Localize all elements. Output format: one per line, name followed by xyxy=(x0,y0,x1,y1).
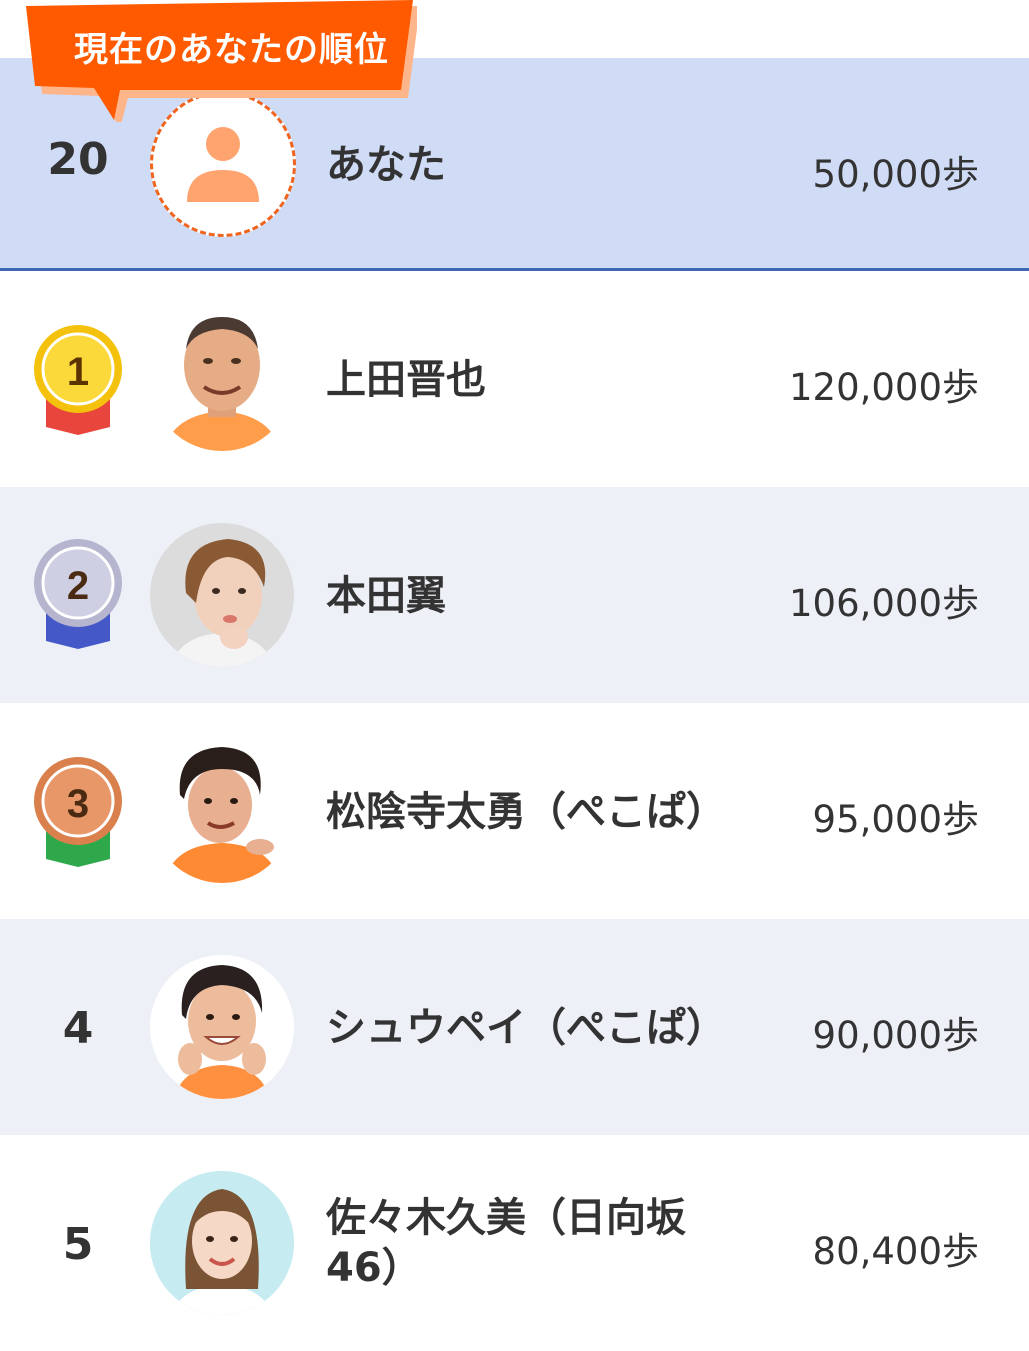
gold-medal-icon: 1 xyxy=(34,325,122,435)
avatar xyxy=(150,523,294,667)
current-rank-badge: 現在のあなたの順位 xyxy=(22,0,417,122)
avatar xyxy=(150,955,294,1099)
ranking-row: 3 松陰寺太勇（ぺこぱ） 95,000歩 xyxy=(0,703,1029,919)
badge-label: 現在のあなたの順位 xyxy=(74,30,389,70)
ranking-row: 2 本田翼 106,000歩 xyxy=(0,487,1029,703)
rank-number: 20 xyxy=(47,134,109,185)
user-name: あなた xyxy=(326,142,446,188)
step-count: 90,000歩 xyxy=(812,1014,979,1057)
user-name-line: 46） xyxy=(326,1245,422,1291)
step-count: 95,000歩 xyxy=(812,798,979,841)
bronze-medal-icon: 3 xyxy=(34,757,122,867)
avatar xyxy=(150,307,294,451)
ranking-row: 5 佐々木久美（日向坂 46） 80,400歩 xyxy=(0,1135,1029,1351)
step-count: 120,000歩 xyxy=(788,366,979,409)
silver-medal-icon: 2 xyxy=(34,539,122,649)
rank-number: 4 xyxy=(62,1003,94,1054)
user-name: 本田翼 xyxy=(326,573,446,619)
step-count: 80,400歩 xyxy=(812,1230,979,1273)
user-name-line: 佐々木久美（日向坂 xyxy=(326,1195,686,1241)
ranking-row: 4 シュウペイ（ぺこぱ） 90,000歩 xyxy=(0,919,1029,1135)
user-name: シュウペイ（ぺこぱ） xyxy=(326,1005,726,1051)
ranking-row: 1 上田晋也 120,000歩 xyxy=(0,271,1029,487)
user-name: 佐々木久美（日向坂 46） xyxy=(326,1193,686,1293)
svg-text:3: 3 xyxy=(67,782,89,826)
avatar xyxy=(150,1171,294,1315)
svg-text:1: 1 xyxy=(67,350,89,394)
avatar xyxy=(150,739,294,883)
user-name: 松陰寺太勇（ぺこぱ） xyxy=(326,789,726,835)
step-count: 50,000歩 xyxy=(812,153,979,196)
svg-text:2: 2 xyxy=(67,564,89,608)
user-name: 上田晋也 xyxy=(326,357,486,403)
step-count: 106,000歩 xyxy=(788,582,979,625)
rank-number: 5 xyxy=(62,1219,94,1270)
